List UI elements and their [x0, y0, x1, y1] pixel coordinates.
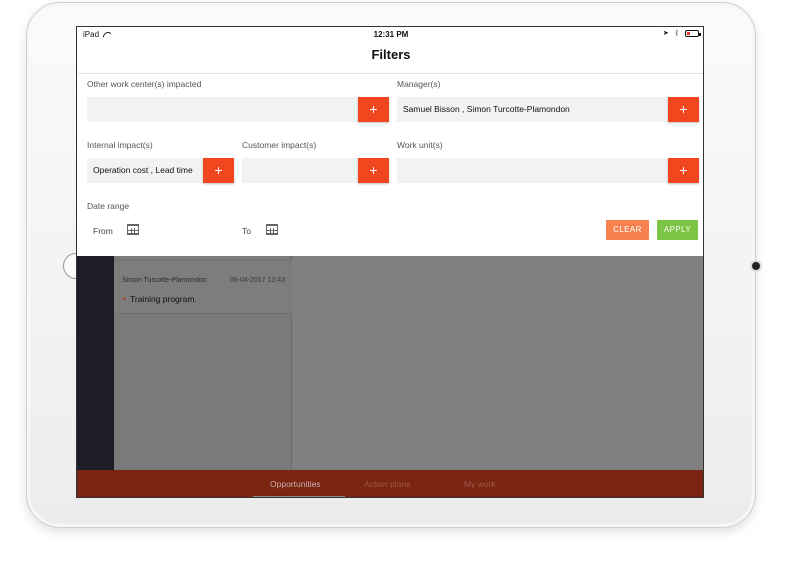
to-calendar-icon[interactable] — [266, 224, 278, 235]
opportunity-list: Simon Turcotte-Plamondon 06-04-2017 13:4… — [114, 256, 292, 470]
side-menu — [77, 256, 114, 470]
work-unit-field[interactable] — [397, 158, 668, 183]
bullet-icon — [123, 297, 126, 300]
from-calendar-icon[interactable] — [127, 224, 139, 235]
other-work-centers-label: Other work center(s) impacted — [87, 79, 202, 89]
status-bar: iPad 12:31 PM ➤ ᛒ — [77, 27, 703, 43]
list-item[interactable]: Simon Turcotte-Plamondon 06-04-2017 13:4… — [114, 260, 292, 314]
internal-impact-label: Internal impact(s) — [87, 140, 153, 150]
bluetooth-icon: ᛒ — [674, 29, 679, 37]
camera-icon — [752, 262, 760, 270]
customer-impact-field[interactable] — [242, 158, 358, 183]
active-tab-indicator — [253, 496, 345, 497]
item-date: 06-04-2017 13:43 — [229, 277, 285, 284]
status-right: ➤ ᛒ — [662, 29, 701, 37]
add-customer-impact-button[interactable]: + — [358, 158, 389, 183]
add-manager-button[interactable]: + — [668, 97, 699, 122]
add-work-unit-button[interactable]: + — [668, 158, 699, 183]
dimmed-background: Simon Turcotte-Plamondon 06-04-2017 13:4… — [77, 256, 703, 497]
clear-button[interactable]: CLEAR — [606, 220, 649, 240]
managers-field[interactable]: Samuel Bisson , Simon Turcotte-Plamondon — [397, 97, 668, 122]
tab-bar: Opportunities Action plans My work — [77, 470, 703, 497]
date-range-label: Date range — [87, 201, 130, 211]
header-divider — [77, 73, 703, 74]
other-work-centers-field[interactable] — [87, 97, 358, 122]
add-work-center-button[interactable]: + — [358, 97, 389, 122]
screen: iPad 12:31 PM ➤ ᛒ Filters Other work cen… — [76, 26, 704, 498]
tab-action-plans[interactable]: Action plans — [364, 479, 410, 489]
date-to-label: To — [242, 226, 251, 236]
item-author: Simon Turcotte-Plamondon — [122, 277, 207, 284]
work-unit-label: Work unit(s) — [397, 140, 443, 150]
location-arrow-icon: ➤ — [662, 30, 669, 37]
item-text: Training program. — [130, 294, 197, 304]
battery-level — [687, 31, 690, 35]
tab-opportunities[interactable]: Opportunities — [270, 479, 321, 489]
page-title: Filters — [371, 47, 411, 62]
managers-label: Manager(s) — [397, 79, 441, 89]
apply-button[interactable]: APPLY — [657, 220, 698, 240]
battery-icon — [685, 29, 701, 37]
status-time: 12:31 PM — [373, 30, 409, 39]
date-from-label: From — [93, 226, 113, 236]
tab-my-work[interactable]: My work — [464, 479, 496, 489]
customer-impact-label: Customer impact(s) — [242, 140, 317, 150]
add-internal-impact-button[interactable]: + — [203, 158, 234, 183]
internal-impact-field[interactable]: Operation cost , Lead time — [87, 158, 203, 183]
